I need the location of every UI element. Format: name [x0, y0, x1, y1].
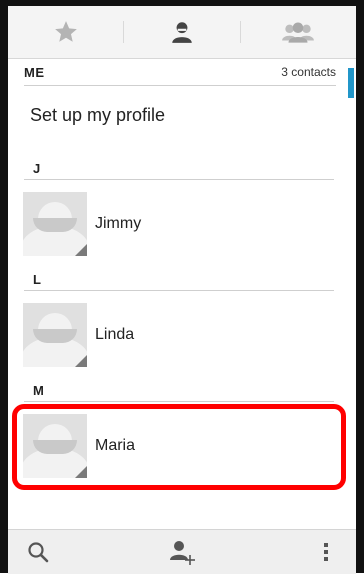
device-frame-right [356, 0, 364, 573]
set-up-profile-item[interactable]: Set up my profile [30, 105, 165, 126]
tab-all-contacts[interactable] [124, 6, 239, 58]
letter-header-label: J [33, 160, 41, 176]
highlight-box [12, 404, 346, 490]
me-section-header: ME 3 contacts [24, 59, 336, 86]
add-contact-icon [170, 541, 195, 565]
letter-header-label: L [33, 271, 41, 287]
tab-favorites[interactable] [8, 6, 123, 58]
device-frame-left [0, 0, 8, 573]
group-icon [282, 22, 315, 43]
me-section-title: ME [24, 64, 45, 80]
add-contact-button[interactable] [152, 530, 212, 574]
overflow-menu-icon [324, 543, 328, 561]
contacts-count: 3 contacts [281, 65, 336, 79]
letter-header-m: M [24, 379, 334, 402]
contact-name: Linda [95, 326, 135, 343]
overflow-menu-button[interactable] [296, 530, 356, 574]
scrollbar-thumb[interactable] [348, 68, 354, 98]
star-icon [54, 21, 77, 42]
bottom-action-bar [8, 529, 356, 574]
letter-header-j: J [24, 157, 334, 180]
contact-item-jimmy[interactable]: Jimmy [23, 191, 353, 257]
search-button[interactable] [8, 530, 68, 574]
person-icon [172, 22, 192, 43]
avatar[interactable] [23, 192, 87, 256]
avatar[interactable] [23, 303, 87, 367]
letter-header-label: M [33, 382, 44, 398]
search-icon [28, 542, 49, 563]
tab-groups[interactable] [241, 6, 356, 58]
letter-header-l: L [24, 268, 334, 291]
contact-item-linda[interactable]: Linda [23, 302, 353, 368]
tab-bar [8, 6, 356, 59]
contact-name: Jimmy [95, 215, 142, 232]
